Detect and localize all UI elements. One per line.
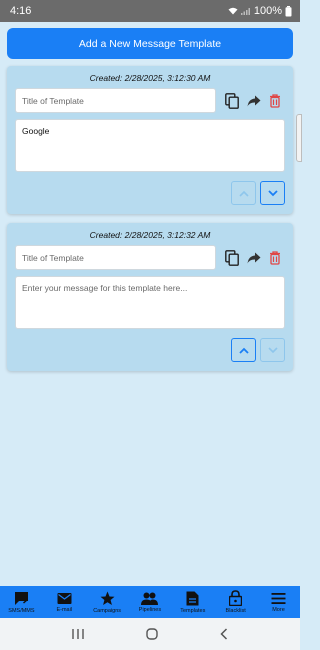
nav-sms-mms[interactable]: SMS/MMS — [3, 591, 40, 614]
template-message-input[interactable] — [15, 119, 285, 172]
copy-icon — [225, 250, 239, 266]
chevron-down-icon — [267, 346, 278, 353]
nav-label: More — [272, 606, 285, 613]
template-title-input[interactable] — [15, 245, 216, 270]
copy-button[interactable] — [224, 250, 240, 266]
nav-pipelines[interactable]: Pipelines — [131, 592, 168, 613]
system-nav-bar — [0, 618, 300, 650]
nav-label: Campaigns — [93, 607, 122, 614]
star-icon — [100, 591, 115, 605]
nav-more[interactable]: More — [260, 592, 297, 613]
move-up-button[interactable] — [231, 181, 256, 205]
people-icon — [141, 592, 159, 605]
status-bar: 4:16 100% — [0, 0, 300, 22]
delete-button[interactable] — [267, 93, 283, 109]
created-timestamp: Created: 2/28/2025, 3:12:30 AM — [89, 73, 211, 83]
nav-templates[interactable]: Templates — [174, 591, 211, 614]
trash-icon — [270, 251, 280, 265]
delete-button[interactable] — [267, 250, 283, 266]
move-down-button[interactable] — [260, 181, 285, 205]
template-title-input[interactable] — [15, 88, 216, 113]
chevron-up-icon — [238, 347, 249, 354]
move-down-button[interactable] — [260, 338, 285, 362]
chevron-up-icon — [238, 190, 249, 197]
created-timestamp: Created: 2/28/2025, 3:12:32 AM — [89, 230, 211, 240]
nav-blacklist[interactable]: Blacklist — [217, 590, 254, 614]
nav-email[interactable]: E-mail — [46, 592, 83, 613]
menu-icon — [271, 592, 286, 604]
wifi-icon — [228, 7, 238, 15]
nav-label: E-mail — [56, 606, 73, 613]
template-card: Created: 2/28/2025, 3:12:30 AM — [7, 66, 293, 214]
nav-label: Blacklist — [225, 608, 246, 614]
share-button[interactable] — [246, 93, 262, 109]
side-edge-handle[interactable] — [296, 114, 302, 162]
nav-campaigns[interactable]: Campaigns — [89, 591, 126, 614]
nav-label: Templates — [180, 607, 206, 614]
home-icon[interactable] — [146, 628, 158, 640]
bottom-nav: SMS/MMS E-mail Campaigns Pipelines Templ… — [0, 586, 300, 618]
forward-arrow-icon — [247, 252, 261, 264]
battery-icon — [285, 5, 292, 16]
status-icons: 100% — [228, 5, 292, 17]
recent-apps-icon[interactable] — [71, 628, 85, 640]
share-button[interactable] — [246, 250, 262, 266]
nav-label: Pipelines — [138, 606, 162, 613]
document-icon — [186, 591, 199, 605]
copy-button[interactable] — [224, 93, 240, 109]
email-icon — [57, 592, 72, 604]
add-template-button[interactable]: Add a New Message Template — [7, 28, 293, 59]
signal-icon — [240, 8, 250, 15]
battery-percent: 100% — [253, 5, 282, 17]
back-icon[interactable] — [219, 628, 229, 640]
copy-icon — [225, 93, 239, 109]
status-time: 4:16 — [10, 5, 32, 17]
move-up-button[interactable] — [231, 338, 256, 362]
nav-label: SMS/MMS — [8, 607, 35, 614]
template-message-input[interactable] — [15, 276, 285, 329]
chevron-down-icon — [267, 189, 278, 196]
trash-icon — [270, 94, 280, 108]
forward-arrow-icon — [247, 95, 261, 107]
sms-icon — [14, 591, 28, 605]
template-card: Created: 2/28/2025, 3:12:32 AM — [7, 223, 293, 371]
lock-icon — [229, 590, 243, 606]
